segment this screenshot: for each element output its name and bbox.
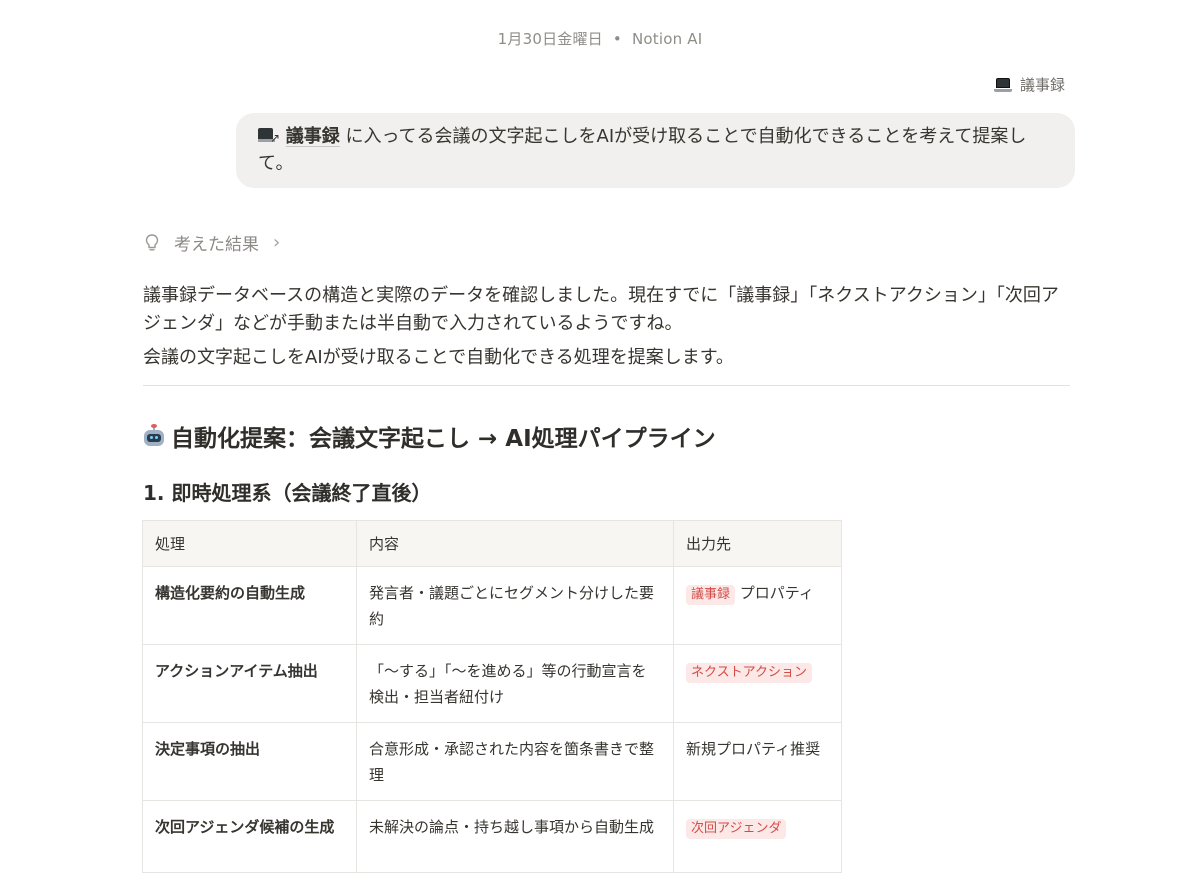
robot-icon (143, 424, 165, 447)
table-row: 構造化要約の自動生成 発言者・議題ごとにセグメント分けした要約 議事録 プロパテ… (142, 566, 842, 645)
table-row: アクションアイテム抽出 「〜する」「〜を進める」等の行動宣言を検出・担当者紐付け… (142, 644, 842, 723)
thinking-toggle[interactable]: 考えた結果 › (144, 230, 280, 255)
page-reference-chip[interactable]: 議事録 (993, 74, 1065, 95)
section-heading-text: 自動化提案：会議文字起こし → AI処理パイプライン (171, 426, 716, 452)
table-header-row: 処理 内容 出力先 (142, 520, 842, 567)
table-cell-output: 新規プロパティ推奨 (673, 722, 842, 801)
subsection-heading: 1. 即時処理系（会議終了直後） (143, 481, 432, 505)
column-header-output: 出力先 (673, 520, 842, 567)
user-message-text: に入ってる会議の文字起こしをAIが受け取ることで自動化できることを考えて提案して… (258, 126, 1027, 174)
table-cell-output: 議事録 プロパティ (673, 566, 842, 645)
output-tag: ネクストアクション (686, 663, 812, 683)
laptop-icon (993, 77, 1012, 92)
column-header-content: 内容 (356, 520, 674, 567)
chat-page: 1月30日金曜日 • Notion AI 議事録 ↗ 議事録 に入ってる会議の文字起… (0, 0, 1200, 887)
laptop-arrow-icon: ↗ (258, 127, 280, 144)
column-header-process: 処理 (142, 520, 357, 567)
table-cell-content: 発言者・議題ごとにセグメント分けした要約 (356, 566, 674, 645)
table-row: 決定事項の抽出 合意形成・承認された内容を箇条書きで整理 新規プロパティ推奨 (142, 722, 842, 801)
table-cell-output: 次回アジェンダ (673, 800, 842, 873)
response-paragraph-2: 会議の文字起こしをAIが受け取ることで自動化できる処理を提案します。 (143, 347, 734, 368)
divider (143, 385, 1070, 386)
table-cell-content: 未解決の論点・持ち越し事項から自動生成 (356, 800, 674, 873)
chevron-right-icon: › (273, 232, 281, 253)
table-cell-content: 合意形成・承認された内容を箇条書きで整理 (356, 722, 674, 801)
assistant-name: Notion AI (631, 30, 703, 48)
table-cell-process: 構造化要約の自動生成 (142, 566, 357, 645)
conversation-date-header: 1月30日金曜日 • Notion AI (0, 28, 1200, 49)
output-text: プロパティ (735, 584, 814, 602)
user-message-bubble: ↗ 議事録 に入ってる会議の文字起こしをAIが受け取ることで自動化できることを考… (236, 113, 1075, 188)
header-separator: • (612, 30, 622, 48)
page-reference-label: 議事録 (1019, 76, 1065, 94)
automation-table: 処理 内容 出力先 構造化要約の自動生成 発言者・議題ごとにセグメント分けした要… (142, 520, 842, 873)
table-cell-content: 「〜する」「〜を進める」等の行動宣言を検出・担当者紐付け (356, 644, 674, 723)
section-heading: 自動化提案：会議文字起こし → AI処理パイプライン (143, 419, 716, 453)
conversation-date: 1月30日金曜日 (497, 30, 603, 48)
page-mention-link[interactable]: 議事録 (286, 126, 340, 147)
output-tag: 議事録 (686, 585, 736, 605)
table-row: 次回アジェンダ候補の生成 未解決の論点・持ち越し事項から自動生成 次回アジェンダ (142, 800, 842, 873)
output-tag: 次回アジェンダ (686, 819, 787, 839)
table-cell-process: 決定事項の抽出 (142, 722, 357, 801)
bulb-icon (144, 233, 160, 253)
table-cell-process: 次回アジェンダ候補の生成 (142, 800, 357, 873)
table-cell-output: ネクストアクション (673, 644, 842, 723)
table-cell-process: アクションアイテム抽出 (142, 644, 357, 723)
thinking-label: 考えた結果 (174, 235, 259, 255)
response-paragraph-1: 議事録データベースの構造と実際のデータを確認しました。現在すでに「議事録」「ネク… (143, 285, 1059, 334)
